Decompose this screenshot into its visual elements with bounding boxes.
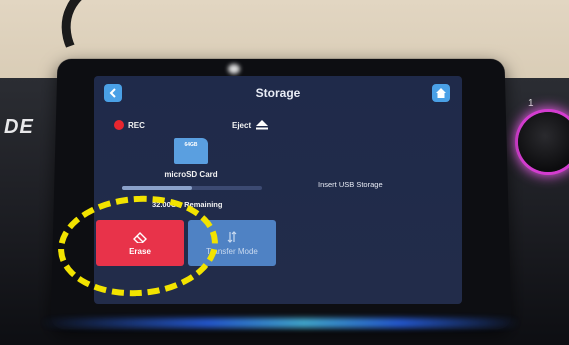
rec-indicator: REC — [114, 120, 145, 130]
eject-button[interactable]: Eject — [232, 120, 269, 130]
light-reflection — [228, 64, 240, 74]
sd-card-label: microSD Card — [164, 170, 218, 179]
photo-scene: DE 1 Storage REC Eject 64GB microSD Card… — [0, 0, 569, 345]
knob-label: 1 — [528, 98, 534, 109]
microsd-card-icon: 64GB — [174, 138, 208, 164]
usb-storage-status: Insert USB Storage — [318, 180, 383, 189]
sd-card-badge: 64GB — [184, 142, 198, 148]
page-title: Storage — [255, 86, 301, 100]
top-bar: Storage — [94, 76, 462, 114]
record-dot-icon — [114, 120, 124, 130]
home-button[interactable] — [432, 84, 450, 102]
led-glow-bar — [40, 318, 520, 328]
storage-progress-fill — [122, 186, 192, 190]
rec-label: REC — [128, 120, 145, 130]
eject-icon — [256, 120, 269, 130]
rotary-knob[interactable] — [518, 112, 569, 172]
transfer-arrows-icon — [227, 230, 237, 243]
home-icon — [436, 88, 446, 98]
eject-label: Eject — [232, 120, 252, 130]
device-logo: DE — [4, 116, 34, 138]
storage-progress-bar — [122, 186, 262, 190]
